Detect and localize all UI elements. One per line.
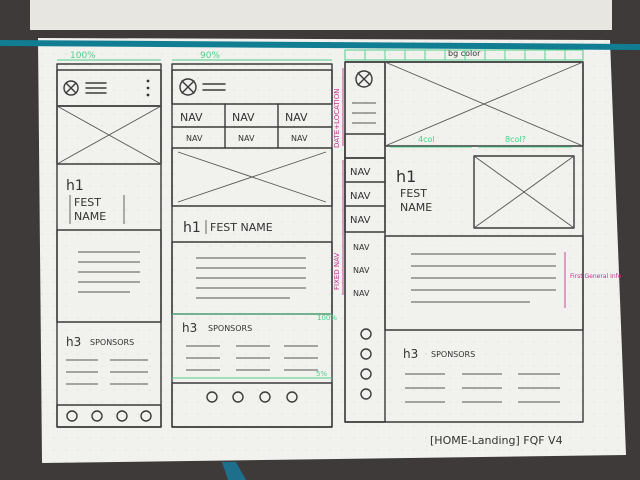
annotation-col-left: 4col	[418, 135, 435, 144]
desktop-nav-6[interactable]: NAV	[353, 289, 370, 298]
annotation-width-bottom-small: 5%	[316, 370, 327, 378]
mobile-title-line1: FEST	[74, 196, 101, 209]
desktop-nav-3[interactable]: NAV	[350, 215, 371, 226]
tablet-nav-1[interactable]: NAV	[180, 111, 203, 124]
tablet-nav-2[interactable]: NAV	[232, 111, 255, 124]
tablet-subnav-2[interactable]: NAV	[238, 134, 255, 143]
tablet-nav-3[interactable]: NAV	[285, 111, 308, 124]
desktop-nav-5[interactable]: NAV	[353, 266, 370, 275]
notebook-sketch-photo: h1 FEST NAME h3 SPONSORS 100% NAV NAV NA…	[0, 0, 640, 480]
tablet-sponsors-heading: h3	[182, 321, 197, 335]
desktop-sponsors-heading: h3	[403, 347, 418, 361]
desktop-title-line1: FEST	[400, 187, 427, 200]
previous-page-edge	[30, 0, 612, 30]
annotation-fixed-nav: FIXED NAV	[333, 252, 341, 290]
desktop-sponsors-label: SPONSORS	[431, 350, 475, 359]
tablet-title: FEST NAME	[210, 221, 273, 234]
tablet-subnav-3[interactable]: NAV	[291, 134, 308, 143]
desktop-title-line2: NAME	[400, 201, 432, 214]
annotation-first-general-info: First General Info	[570, 273, 622, 280]
desktop-nav-1[interactable]: NAV	[350, 167, 371, 178]
tablet-sponsors-label: SPONSORS	[208, 324, 252, 333]
tablet-heading-tag: h1	[183, 220, 201, 236]
mobile-heading-tag: h1	[66, 178, 84, 194]
desktop-heading-tag: h1	[396, 167, 416, 186]
annotation-date-location: DATE+LOCATION	[333, 89, 341, 148]
desktop-nav-4[interactable]: NAV	[353, 243, 370, 252]
mobile-sponsors-label: SPONSORS	[90, 338, 134, 347]
annotation-col-right: 8col?	[505, 135, 526, 144]
annotation-width-mid: 90%	[200, 51, 220, 61]
mobile-title-line2: NAME	[74, 210, 106, 223]
annotation-bg-color: bg color	[448, 49, 481, 58]
annotation-width-bottom-mid: 100%	[317, 314, 337, 322]
desktop-nav-2[interactable]: NAV	[350, 191, 371, 202]
mobile-sponsors-heading: h3	[66, 335, 81, 349]
annotation-width-full: 100%	[70, 51, 96, 61]
footer-caption: [HOME-Landing] FQF V4	[430, 434, 563, 447]
tablet-subnav-1[interactable]: NAV	[186, 134, 203, 143]
